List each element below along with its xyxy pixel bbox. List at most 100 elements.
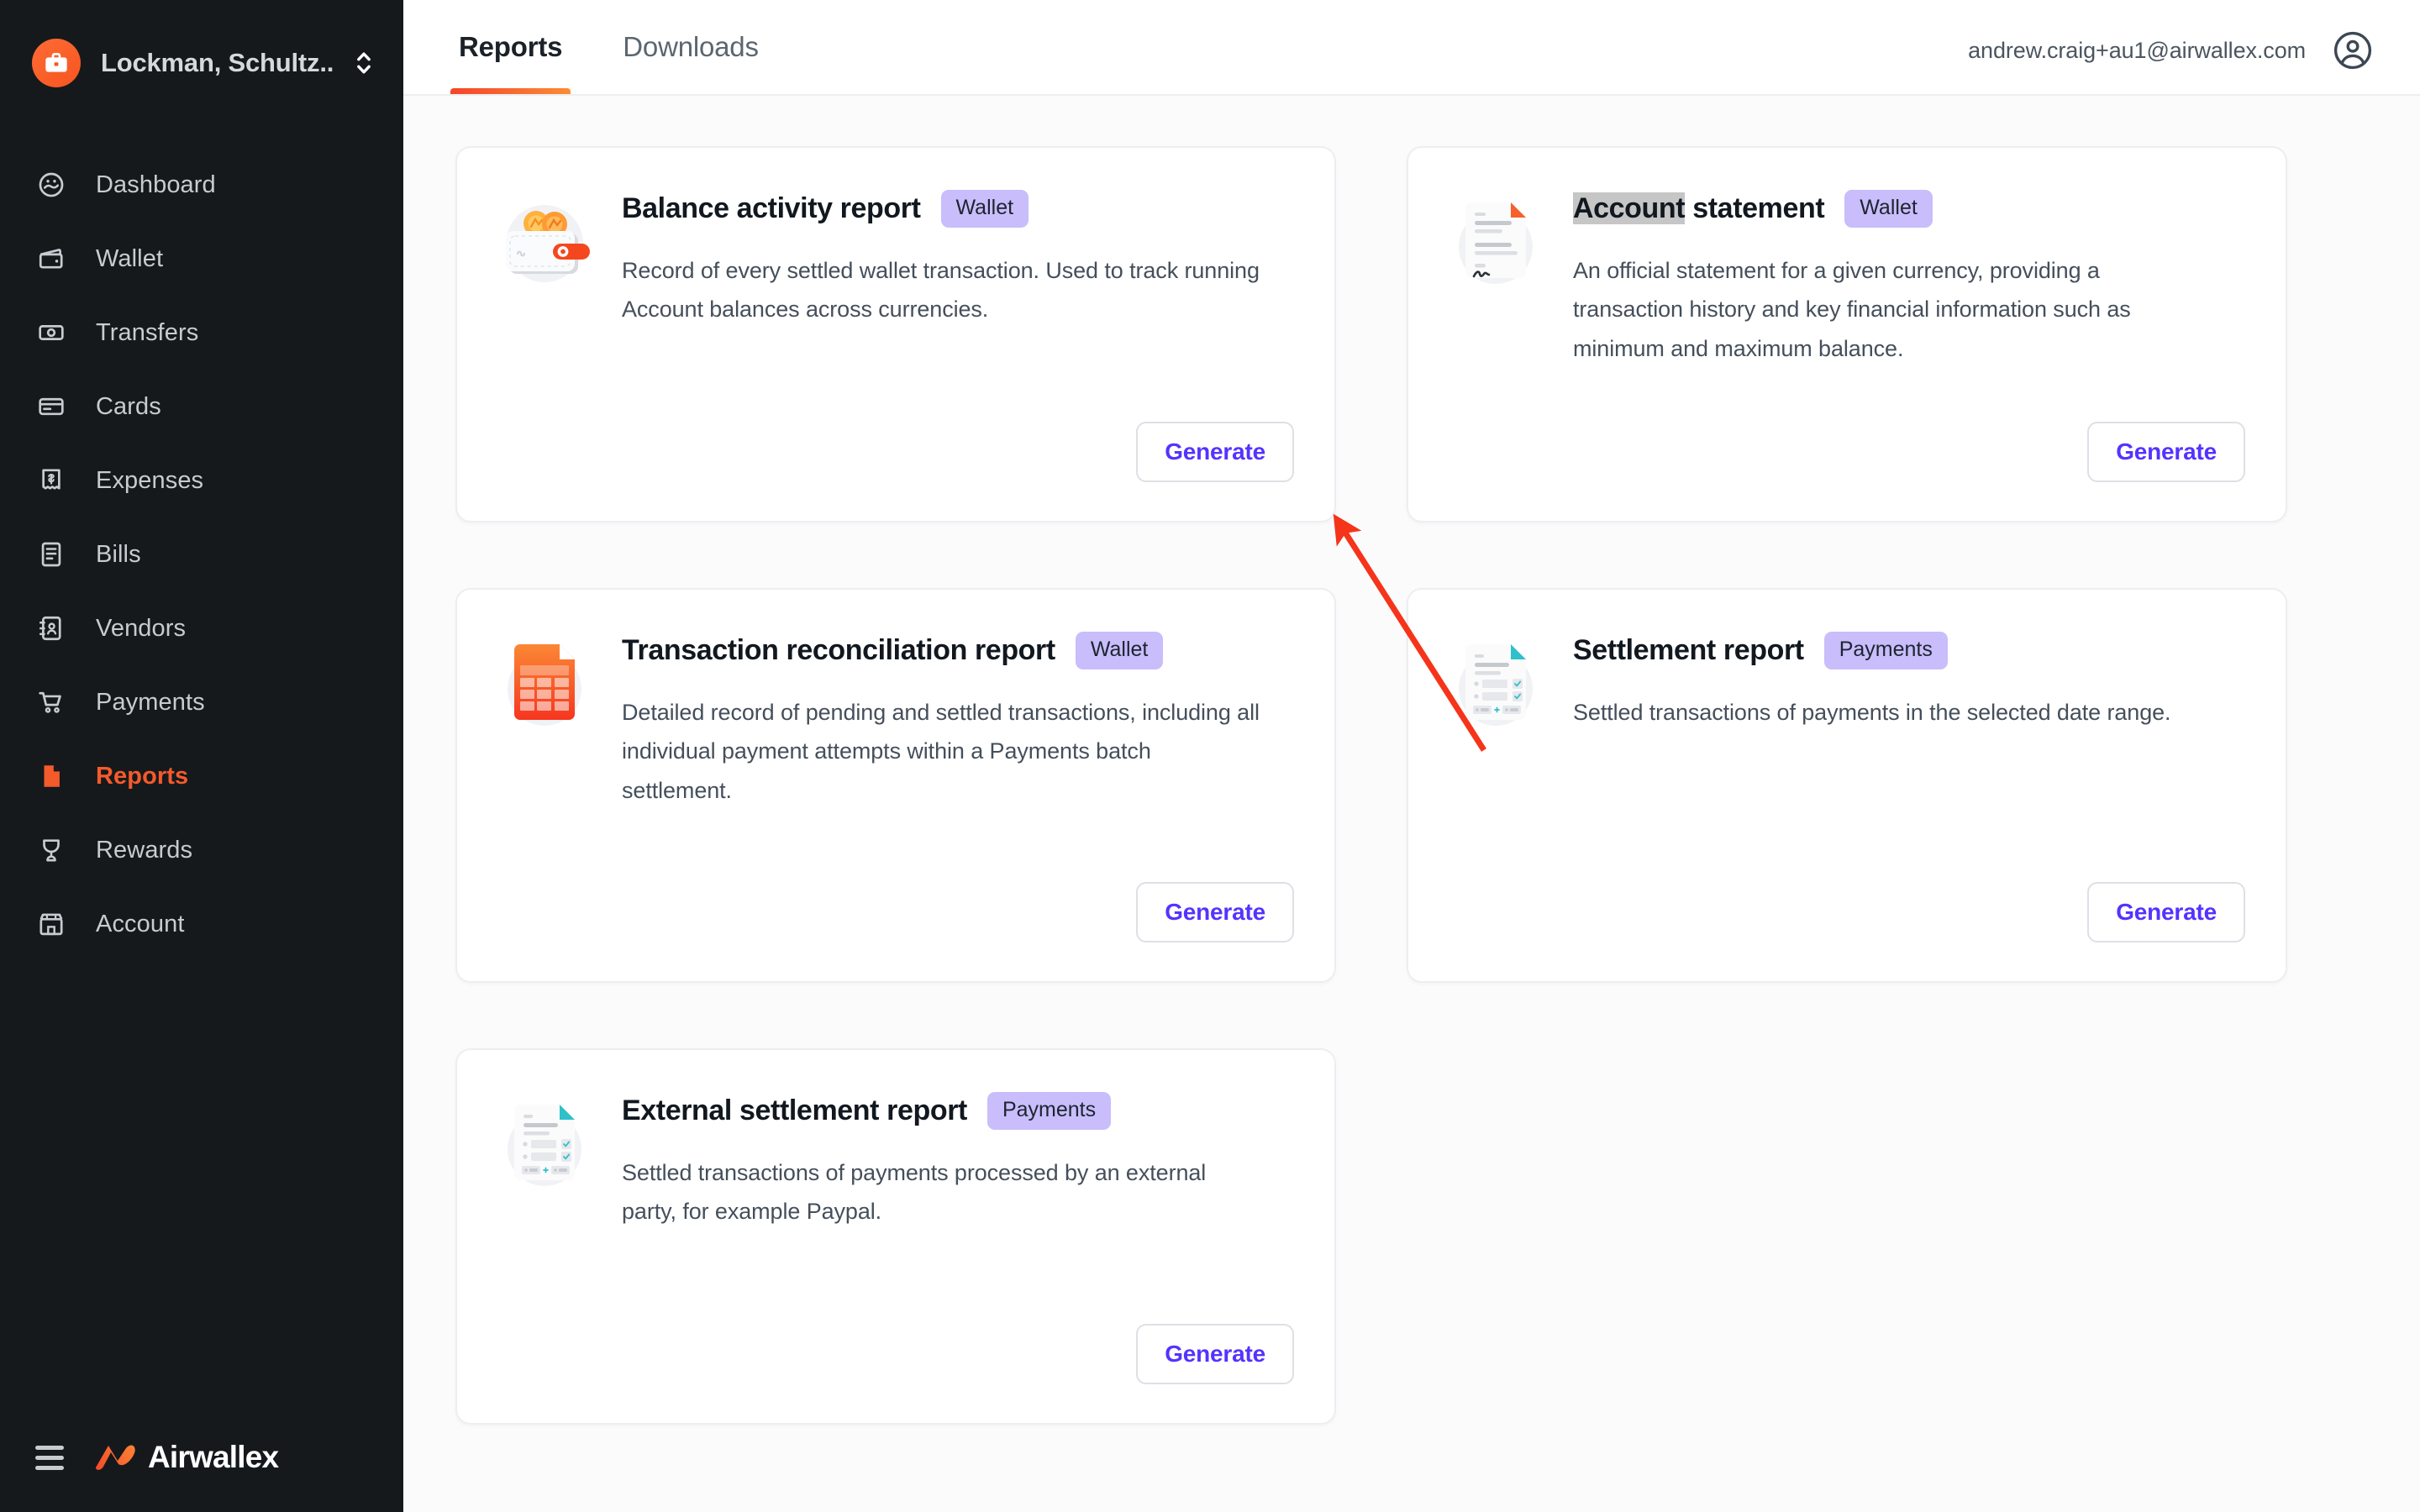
bill-icon	[34, 537, 69, 572]
sidebar-item-bills[interactable]: Bills	[0, 517, 403, 591]
card-title-selected: Account	[1573, 192, 1686, 224]
generate-button[interactable]: Generate	[2087, 882, 2245, 942]
status-badge: Payments	[986, 1092, 1112, 1130]
card-top: Account statement Wallet An official sta…	[1449, 185, 2245, 368]
status-badge: Wallet	[1844, 190, 1933, 228]
sidebar-item-rewards[interactable]: Rewards	[0, 813, 403, 887]
sidebar-item-label: Reports	[96, 762, 189, 790]
card-top: External settlement report Payments Sett…	[497, 1087, 1294, 1231]
card-description: An official statement for a given curren…	[1573, 258, 2131, 361]
sidebar-item-label: Payments	[96, 688, 205, 716]
report-card-settlement[interactable]: Settlement report Payments Settled trans…	[1407, 588, 2287, 983]
receipt-icon	[34, 463, 69, 498]
spreadsheet-illustration	[497, 632, 592, 736]
report-card-balance-activity[interactable]: Balance activity report Wallet Record of…	[455, 146, 1336, 522]
generate-button[interactable]: Generate	[1136, 882, 1294, 942]
card-top: Transaction reconciliation report Wallet…	[497, 627, 1294, 810]
card-body: Account statement Wallet An official sta…	[1573, 185, 2245, 368]
sidebar-item-cards[interactable]: Cards	[0, 370, 403, 444]
status-badge: Wallet	[1075, 632, 1164, 669]
dashboard-icon	[34, 167, 69, 202]
document-signature-illustration	[1449, 190, 1543, 294]
status-badge: Payments	[1823, 632, 1948, 669]
sidebar: Lockman, Schultz... Dashboard Wallet Tra…	[0, 0, 403, 1512]
topbar-right: andrew.craig+au1@airwallex.com	[1968, 30, 2373, 94]
user-email: andrew.craig+au1@airwallex.com	[1968, 37, 2306, 63]
reports-grid: Balance activity report Wallet Record of…	[455, 146, 2287, 1425]
sidebar-item-vendors[interactable]: Vendors	[0, 591, 403, 665]
card-actions: Generate	[497, 852, 1294, 942]
generate-button[interactable]: Generate	[1136, 422, 1294, 482]
wallet-icon	[34, 241, 69, 276]
sidebar-item-label: Cards	[96, 392, 161, 420]
tab-downloads[interactable]: Downloads	[614, 0, 766, 94]
sidebar-item-label: Transfers	[96, 318, 199, 346]
main-area: Reports Downloads andrew.craig+au1@airwa…	[403, 0, 2420, 1512]
org-name: Lockman, Schultz...	[101, 48, 333, 77]
user-circle-icon[interactable]	[2333, 30, 2373, 71]
sidebar-item-label: Account	[96, 910, 185, 937]
sidebar-item-account[interactable]: Account	[0, 887, 403, 961]
contact-book-icon	[34, 611, 69, 646]
card-description: Detailed record of pending and settled t…	[622, 700, 1260, 803]
sidebar-item-label: Dashboard	[96, 171, 216, 198]
shopping-cart-icon	[34, 685, 69, 720]
sidebar-item-expenses[interactable]: Expenses	[0, 444, 403, 517]
report-card-transaction-reconciliation[interactable]: Transaction reconciliation report Wallet…	[455, 588, 1336, 983]
hamburger-icon[interactable]	[35, 1445, 64, 1470]
card-actions: Generate	[497, 391, 1294, 482]
briefcase-icon	[32, 39, 81, 87]
org-switcher[interactable]: Lockman, Schultz...	[0, 0, 403, 94]
sidebar-item-transfers[interactable]: Transfers	[0, 296, 403, 370]
airwallex-logo-icon	[92, 1440, 138, 1476]
card-top: Balance activity report Wallet Record of…	[497, 185, 1294, 329]
generate-button[interactable]: Generate	[1136, 1324, 1294, 1384]
trophy-icon	[34, 832, 69, 868]
checklist-document-illustration	[1449, 632, 1543, 736]
card-head: Account statement Wallet	[1573, 190, 2245, 228]
card-actions: Generate	[1449, 391, 2245, 482]
sidebar-item-reports[interactable]: Reports	[0, 739, 403, 813]
wallet-coins-illustration	[497, 190, 592, 294]
sidebar-item-label: Wallet	[96, 244, 164, 272]
card-title: Balance activity report	[622, 192, 921, 224]
tab-reports[interactable]: Reports	[450, 0, 571, 94]
card-title: Account statement	[1573, 192, 1825, 225]
storefront-icon	[34, 906, 69, 942]
card-head: Settlement report Payments	[1573, 632, 2245, 669]
card-actions: Generate	[1449, 852, 2245, 942]
status-badge: Wallet	[940, 190, 1029, 228]
card-head: External settlement report Payments	[622, 1092, 1294, 1130]
sidebar-item-wallet[interactable]: Wallet	[0, 222, 403, 296]
brand-logo: Airwallex	[92, 1440, 279, 1476]
card-body: Transaction reconciliation report Wallet…	[622, 627, 1294, 810]
document-icon	[34, 759, 69, 794]
sidebar-item-label: Rewards	[96, 836, 193, 864]
sidebar-item-label: Bills	[96, 540, 141, 568]
reports-content: Balance activity report Wallet Record of…	[403, 96, 2420, 1512]
card-body: Settlement report Payments Settled trans…	[1573, 627, 2245, 732]
tab-bar: Reports Downloads	[450, 0, 811, 94]
sidebar-item-dashboard[interactable]: Dashboard	[0, 148, 403, 222]
card-title-rest: statement	[1685, 192, 1825, 224]
card-actions: Generate	[497, 1294, 1294, 1384]
card-description: Record of every settled wallet transacti…	[622, 258, 1260, 323]
report-card-external-settlement[interactable]: External settlement report Payments Sett…	[455, 1048, 1336, 1425]
chevron-updown-icon[interactable]	[353, 49, 375, 77]
card-title: External settlement report	[622, 1095, 967, 1126]
card-description: Settled transactions of payments in the …	[1573, 700, 2171, 725]
report-card-account-statement[interactable]: Account statement Wallet An official sta…	[1407, 146, 2287, 522]
brand-name: Airwallex	[148, 1440, 279, 1474]
card-head: Balance activity report Wallet	[622, 190, 1294, 228]
card-body: Balance activity report Wallet Record of…	[622, 185, 1294, 329]
card-title: Transaction reconciliation report	[622, 634, 1055, 666]
generate-button[interactable]: Generate	[2087, 422, 2245, 482]
card-description: Settled transactions of payments process…	[622, 1160, 1207, 1225]
card-icon	[34, 389, 69, 424]
banknote-icon	[34, 315, 69, 350]
sidebar-item-payments[interactable]: Payments	[0, 665, 403, 739]
checklist-document-illustration	[497, 1092, 592, 1196]
card-body: External settlement report Payments Sett…	[622, 1087, 1294, 1231]
sidebar-footer: Airwallex	[0, 1403, 403, 1512]
topbar: Reports Downloads andrew.craig+au1@airwa…	[403, 0, 2420, 96]
